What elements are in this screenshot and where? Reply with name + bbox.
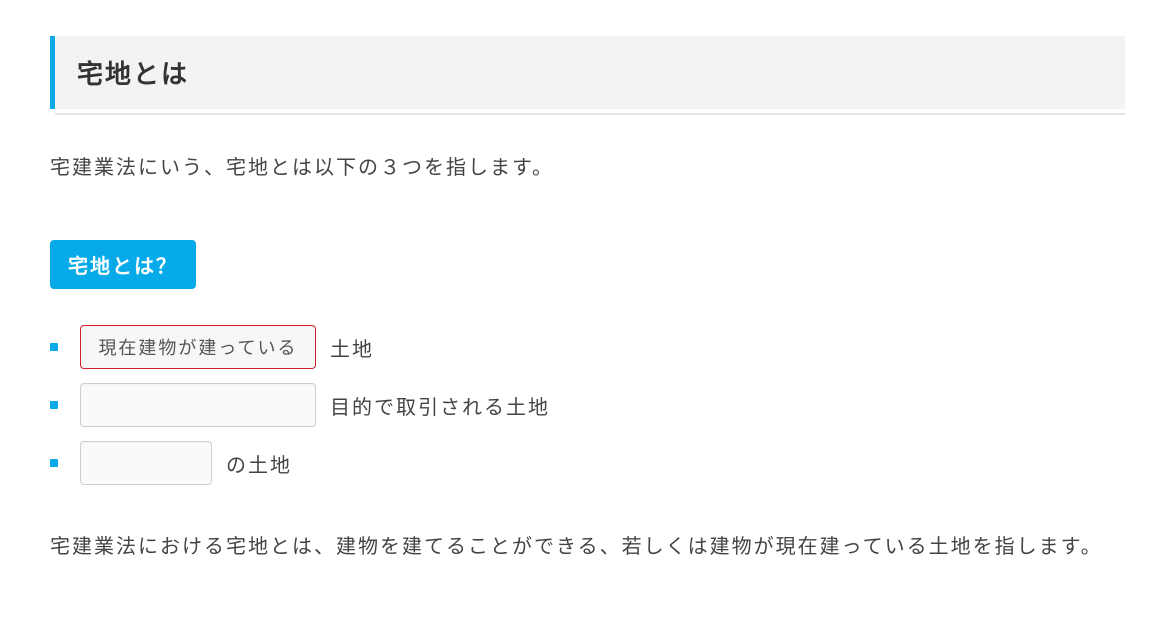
intro-paragraph: 宅建業法にいう、宅地とは以下の３つを指します。 — [50, 151, 1125, 180]
topic-badge: 宅地とは？ — [50, 240, 196, 289]
section-takuchi: 宅地とは 宅建業法にいう、宅地とは以下の３つを指します。 宅地とは？ 土地 目的… — [0, 0, 1175, 569]
list-item-suffix: の土地 — [226, 449, 292, 478]
fill-blank-input-1[interactable] — [80, 325, 316, 369]
section-heading: 宅地とは — [50, 36, 1125, 109]
fill-blank-input-2[interactable] — [80, 383, 316, 427]
list-item-suffix: 目的で取引される土地 — [330, 391, 550, 420]
followup-paragraph: 宅建業法における宅地とは、建物を建てることができる、若しくは建物が現在建っている… — [50, 525, 1125, 569]
definition-list: 土地 目的で取引される土地 の土地 — [50, 325, 1125, 485]
bullet-icon — [50, 401, 58, 409]
list-item-suffix: 土地 — [330, 333, 374, 362]
list-item: 土地 — [50, 325, 1125, 369]
fill-blank-input-3[interactable] — [80, 441, 212, 485]
badge-row: 宅地とは？ — [50, 240, 1125, 289]
page-root: 宅地とは 宅建業法にいう、宅地とは以下の３つを指します。 宅地とは？ 土地 目的… — [0, 0, 1175, 622]
list-item: 目的で取引される土地 — [50, 383, 1125, 427]
list-item: の土地 — [50, 441, 1125, 485]
bullet-icon — [50, 343, 58, 351]
bullet-icon — [50, 459, 58, 467]
